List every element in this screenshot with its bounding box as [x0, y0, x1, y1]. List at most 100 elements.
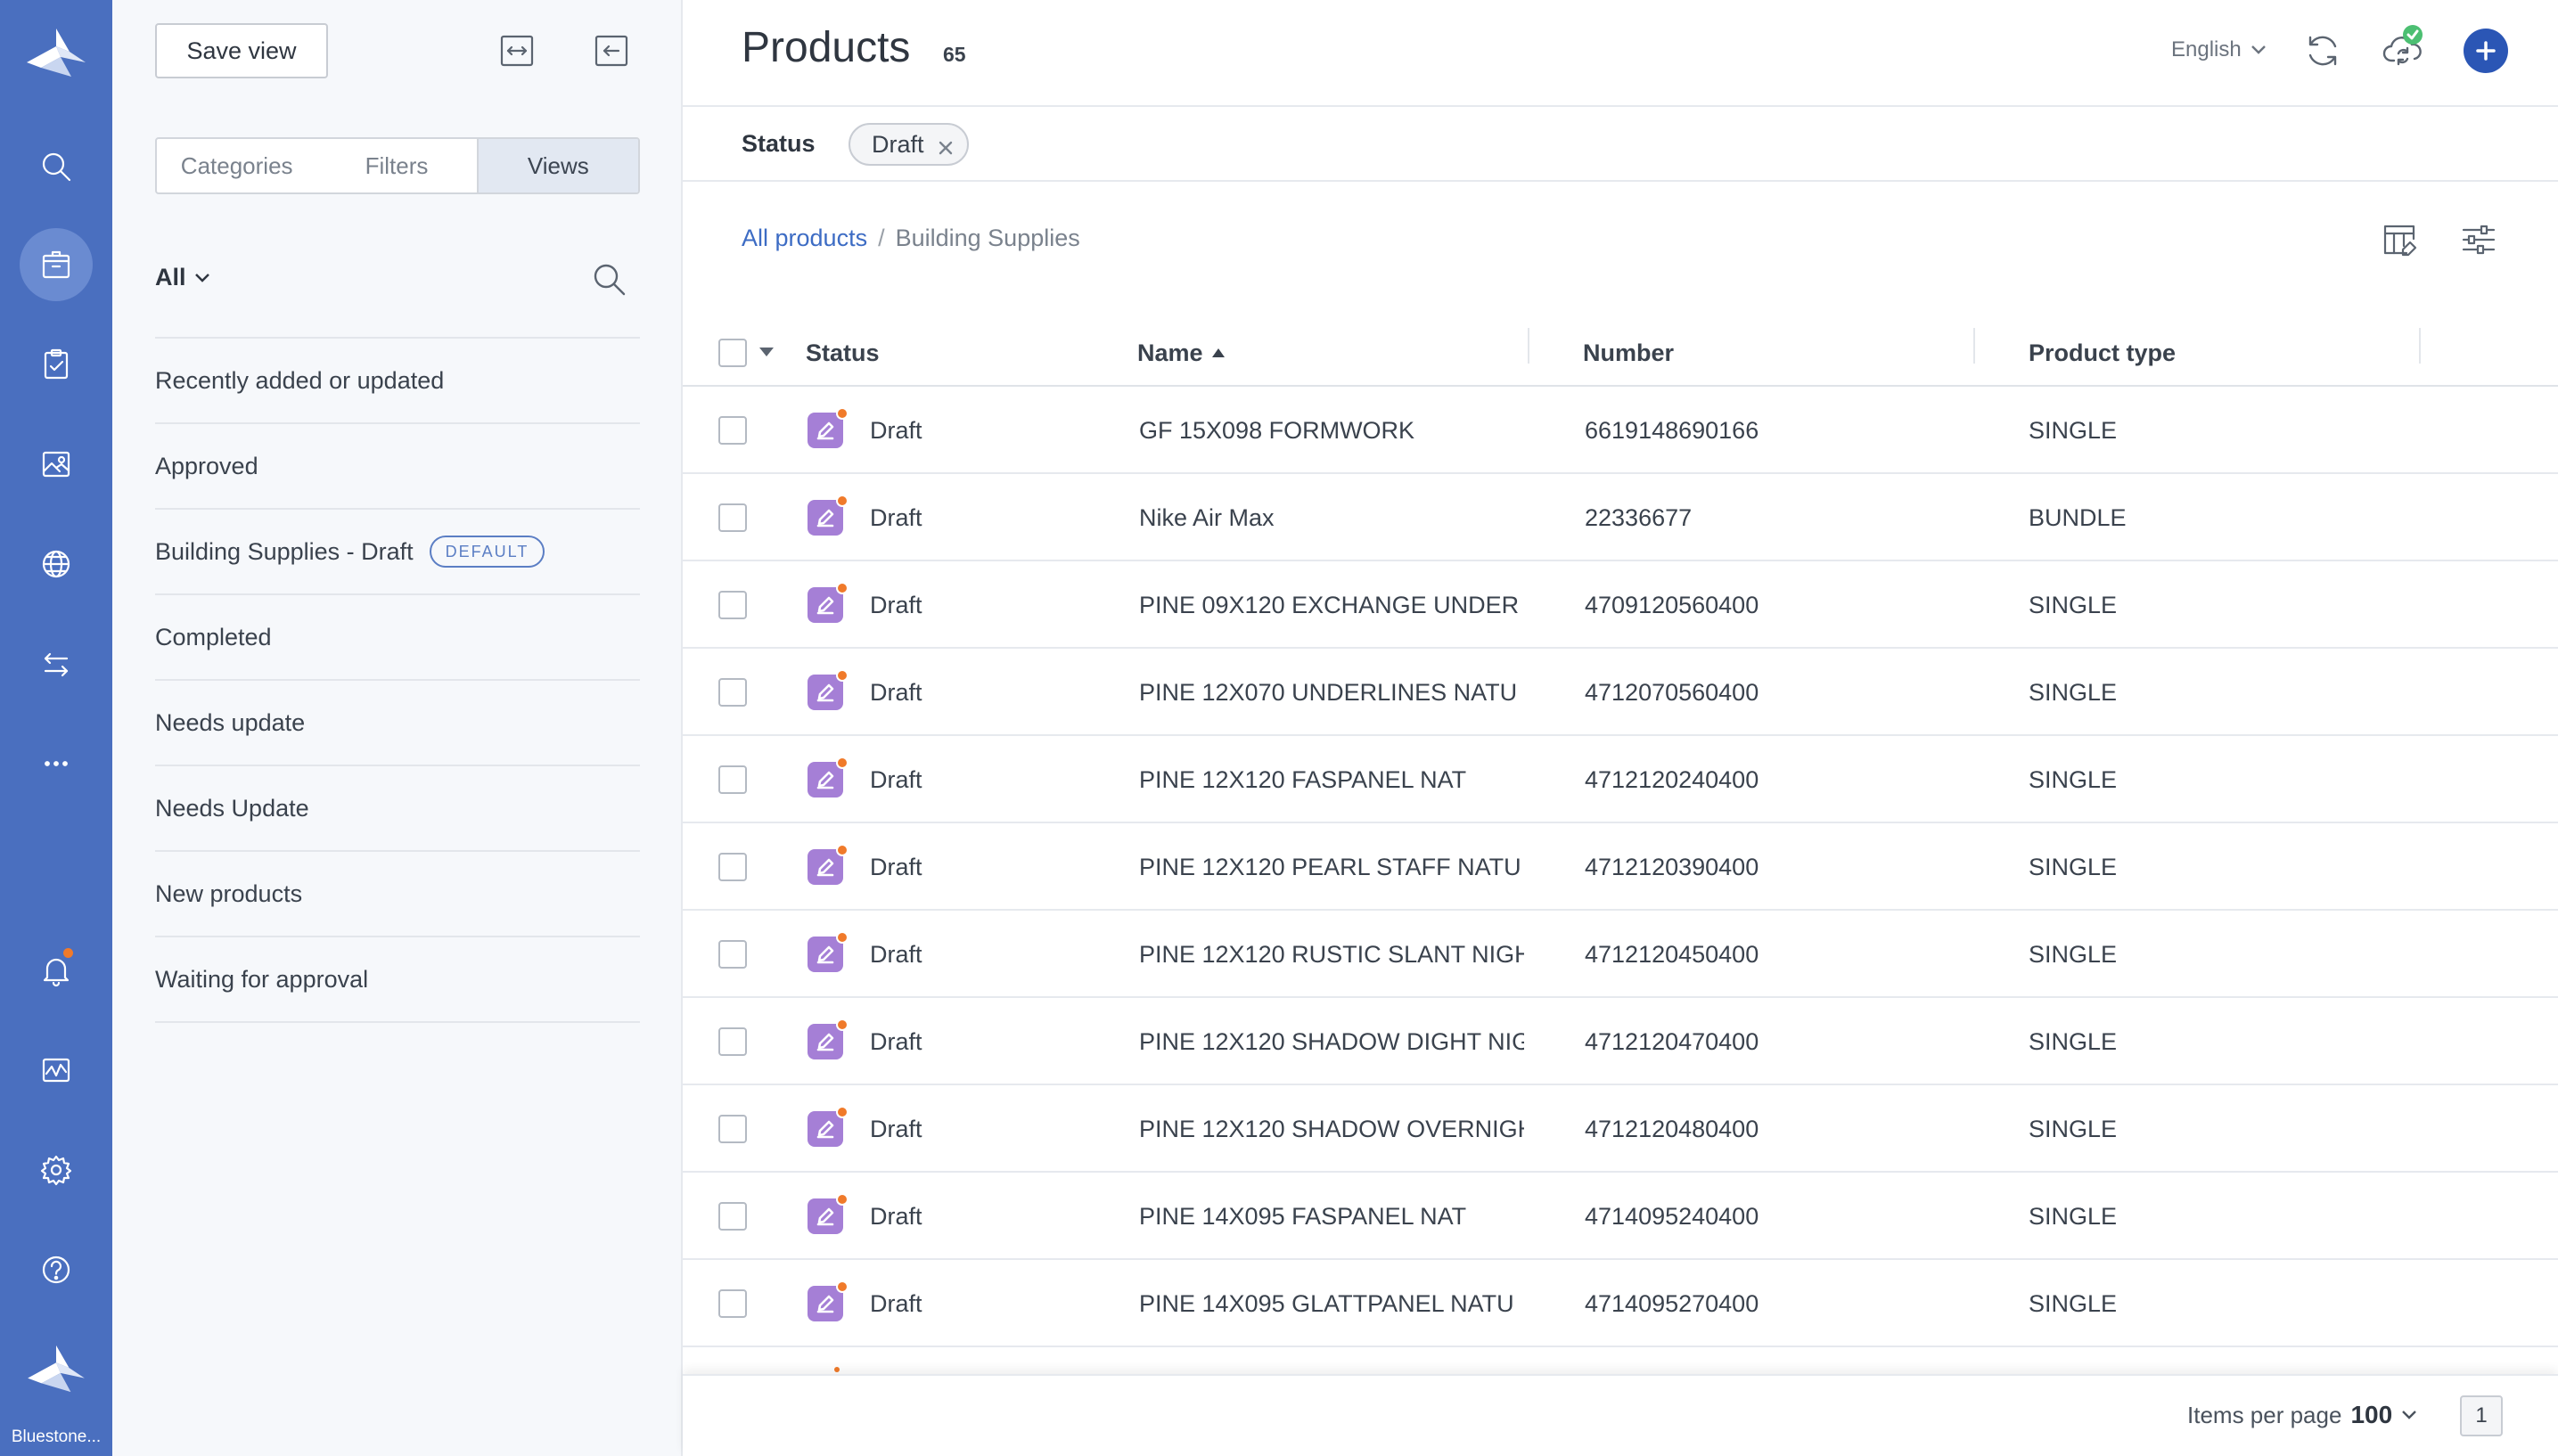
nav-sync-button[interactable] — [20, 627, 93, 700]
column-resize-handle[interactable] — [2419, 328, 2421, 364]
row-checkbox[interactable] — [718, 1289, 747, 1318]
save-view-button[interactable]: Save view — [155, 23, 328, 78]
pencil-icon — [816, 1033, 834, 1051]
view-item-needs-update-2[interactable]: Needs Update — [155, 766, 640, 852]
tab-views[interactable]: Views — [476, 139, 638, 192]
panel-tabs: Categories Filters Views — [155, 137, 640, 194]
cell-name[interactable]: PINE 12X120 SHADOW OVERNIGH — [1139, 1085, 1524, 1173]
column-header-number[interactable]: Number — [1583, 319, 1674, 387]
table-row[interactable]: Draft PINE 14X095 FASPANEL NAT 47140952404… — [683, 1173, 2558, 1260]
views-list: Recently added or updated Approved Build… — [155, 337, 640, 1023]
view-item-completed[interactable]: Completed — [155, 595, 640, 681]
items-per-page: Items per page 100 — [2187, 1401, 2417, 1429]
collapse-panel-button[interactable] — [594, 34, 629, 68]
row-checkbox[interactable] — [718, 416, 747, 445]
table-settings-button[interactable] — [2458, 219, 2499, 260]
page-number-button[interactable]: 1 — [2460, 1395, 2503, 1436]
filter-chip-draft[interactable]: Draft — [849, 123, 969, 166]
views-search-button[interactable] — [590, 260, 627, 298]
cell-name[interactable]: PINE 14X095 FASPANEL NAT — [1139, 1173, 1524, 1260]
table-row[interactable]: Draft PINE 12X070 UNDERLINES NATU 47120705… — [683, 649, 2558, 736]
help-icon — [42, 1256, 70, 1284]
row-checkbox[interactable] — [718, 678, 747, 707]
column-resize-handle[interactable] — [1973, 328, 1975, 364]
nav-products-button[interactable] — [20, 228, 93, 301]
tab-filters[interactable]: Filters — [316, 139, 476, 192]
status-dot — [836, 1106, 849, 1118]
cell-number: 22336677 — [1585, 503, 1693, 531]
nav-media-button[interactable] — [20, 428, 93, 501]
breadcrumb-current: Building Supplies — [895, 225, 1080, 251]
edit-columns-button[interactable] — [2380, 219, 2421, 260]
table-row[interactable]: Draft PINE 12X120 PEARL STAFF NATU 4712120… — [683, 823, 2558, 911]
table-row[interactable]: Draft PINE 14X095 GLATTPANEL NATU 47140952… — [683, 1260, 2558, 1347]
row-checkbox[interactable] — [718, 1202, 747, 1231]
status-dot — [836, 757, 849, 769]
table-row[interactable]: Draft GF 15X098 FORMWORK 6619148690166 SING… — [683, 387, 2558, 474]
view-item-new-products[interactable]: New products — [155, 852, 640, 937]
table-row[interactable]: Draft PINE 12X120 SHADOW OVERNIGH 47121204… — [683, 1085, 2558, 1173]
products-icon — [42, 250, 70, 279]
row-checkbox[interactable] — [718, 1115, 747, 1143]
views-scope-label: All — [155, 264, 186, 290]
language-selector[interactable]: English — [2171, 37, 2267, 62]
items-per-page-dropdown[interactable]: 100 — [2350, 1401, 2417, 1429]
cell-name[interactable]: GF 15X098 FORMWORK — [1139, 387, 1524, 474]
nav-help-button[interactable] — [20, 1233, 93, 1306]
view-item-waiting-for-approval[interactable]: Waiting for approval — [155, 937, 640, 1023]
row-checkbox[interactable] — [718, 853, 747, 881]
nav-notifications-button[interactable] — [20, 934, 93, 1007]
table-row[interactable]: Draft PINE 09X120 EXCHANGE UNDER 470912056… — [683, 561, 2558, 649]
view-item-approved[interactable]: Approved — [155, 424, 640, 510]
nav-channels-button[interactable] — [20, 528, 93, 601]
cell-name[interactable]: PINE 12X120 FASPANEL NAT — [1139, 736, 1524, 823]
view-item-needs-update[interactable]: Needs update — [155, 681, 640, 766]
column-header-status[interactable]: Status — [806, 319, 880, 387]
cell-name[interactable]: Nike Air Max — [1139, 474, 1524, 561]
table-row[interactable]: Draft Nike Air Max 22336677 BUNDLE — [683, 474, 2558, 561]
sync-status-button[interactable] — [2382, 25, 2424, 71]
view-item-building-supplies-draft[interactable]: Building Supplies - Draft DEFAULT — [155, 510, 640, 595]
cell-name[interactable]: PINE 12X120 RUSTIC SLANT NIGH — [1139, 911, 1524, 998]
row-checkbox[interactable] — [718, 765, 747, 794]
bluestone-logo-icon[interactable] — [25, 27, 87, 78]
organization-name[interactable]: Bluestone... — [0, 1427, 112, 1447]
select-all-checkbox[interactable] — [718, 339, 747, 367]
cell-name[interactable]: PINE 12X070 UNDERLINES NATU — [1139, 649, 1524, 736]
remove-filter-button[interactable] — [937, 135, 955, 155]
column-header-name[interactable]: Name — [1137, 319, 1225, 387]
column-header-label: Name — [1137, 339, 1203, 366]
expand-horizontal-icon — [500, 35, 534, 67]
views-scope-dropdown[interactable]: All — [155, 264, 211, 291]
nav-activity-button[interactable] — [20, 1034, 93, 1107]
nav-settings-button[interactable] — [20, 1133, 93, 1207]
nav-more-button[interactable] — [20, 727, 93, 800]
row-checkbox[interactable] — [718, 1027, 747, 1056]
cell-name[interactable]: PINE 14X095 GLATTPANEL NATU — [1139, 1260, 1524, 1347]
view-item-recently-added[interactable]: Recently added or updated — [155, 339, 640, 424]
refresh-button[interactable] — [2301, 30, 2344, 71]
bulk-select-menu-button[interactable] — [758, 346, 775, 358]
table-row[interactable]: Draft PINE 12X120 RUSTIC SLANT NIGH 471212… — [683, 911, 2558, 998]
nav-tasks-button[interactable] — [20, 328, 93, 401]
chevron-down-icon — [2251, 45, 2266, 54]
cell-name[interactable]: PINE 12X120 SHADOW DIGHT NIG — [1139, 998, 1524, 1085]
tab-categories[interactable]: Categories — [157, 139, 316, 192]
cell-name[interactable]: PINE 09X120 EXCHANGE UNDER — [1139, 561, 1524, 649]
row-checkbox[interactable] — [718, 591, 747, 619]
cell-name[interactable]: PINE 12X120 PEARL STAFF NATU — [1139, 823, 1524, 911]
column-resize-handle[interactable] — [1528, 328, 1529, 364]
table-row[interactable]: Draft PINE 12X120 FASPANEL NAT 47121202404… — [683, 736, 2558, 823]
breadcrumb-all-products[interactable]: All products — [742, 225, 867, 252]
cell-number: 4712120240400 — [1585, 765, 1759, 793]
column-header-product-type[interactable]: Product type — [2029, 319, 2176, 387]
nav-search-button[interactable] — [20, 130, 93, 203]
pencil-icon — [816, 596, 834, 615]
expand-panel-button[interactable] — [499, 34, 535, 68]
add-product-button[interactable] — [2464, 29, 2508, 73]
pencil-icon — [816, 858, 834, 877]
row-checkbox[interactable] — [718, 940, 747, 969]
row-checkbox[interactable] — [718, 503, 747, 532]
globe-icon — [42, 550, 70, 578]
table-row[interactable]: Draft PINE 12X120 SHADOW DIGHT NIG 4712120… — [683, 998, 2558, 1085]
